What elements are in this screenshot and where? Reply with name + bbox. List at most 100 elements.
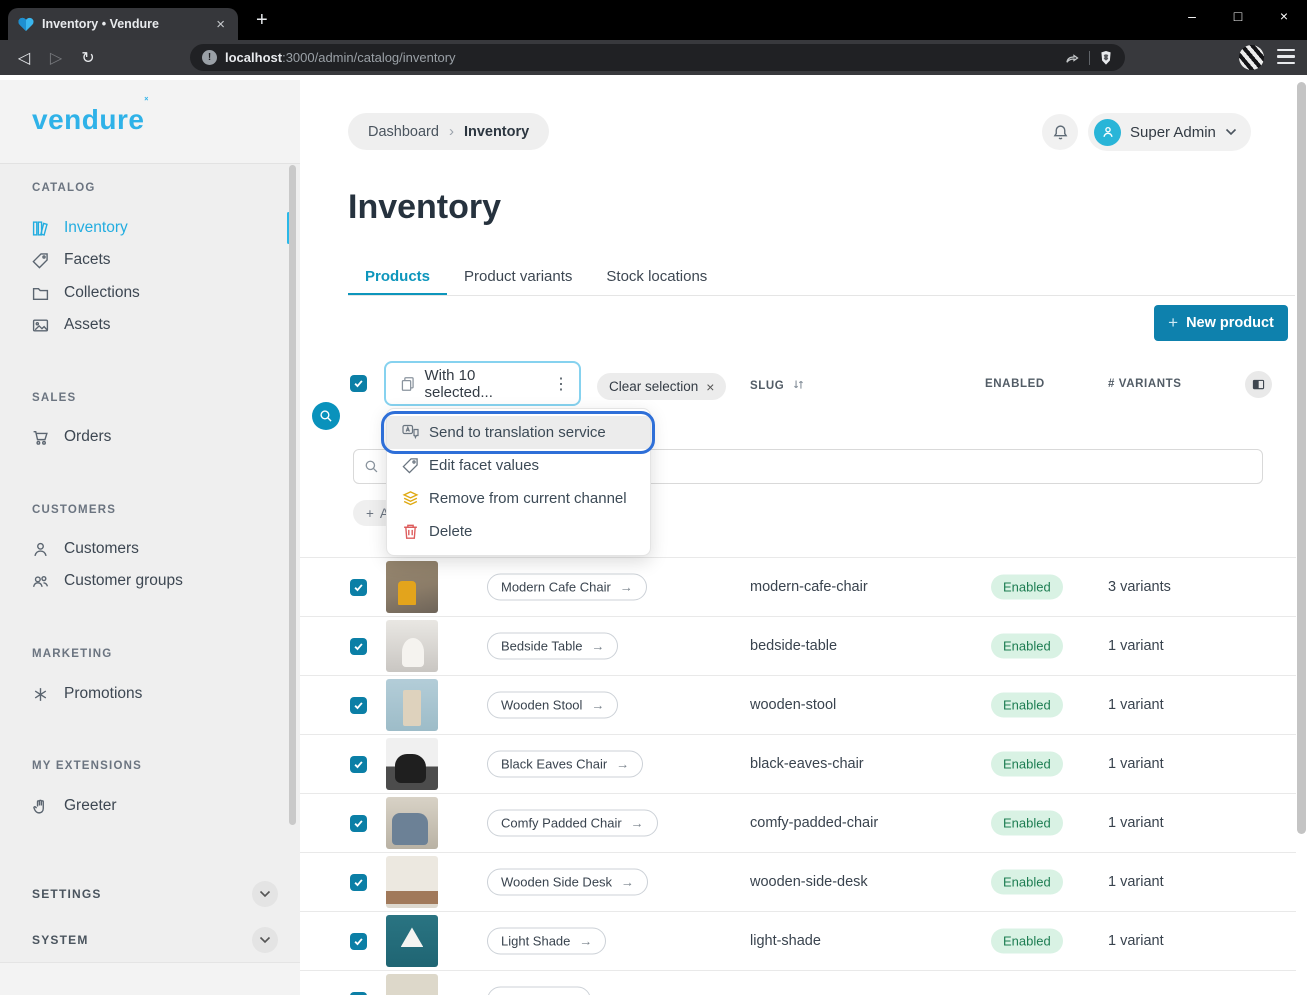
table-row: Wooden Stool→ wooden-stool Enabled 1 var… bbox=[300, 675, 1296, 734]
sidebar: vendure˟ CATALOG Inventory Facets Collec… bbox=[0, 80, 300, 995]
sidebar-item-greeter[interactable]: Greeter bbox=[32, 790, 276, 822]
sidebar-nav: CATALOG Inventory Facets Collections Ass… bbox=[0, 163, 300, 963]
table-row: Comfy Padded Chair→ comfy-padded-chair E… bbox=[300, 793, 1296, 852]
notifications-button[interactable] bbox=[1042, 114, 1078, 150]
sidebar-item-facets[interactable]: Facets bbox=[32, 244, 276, 276]
new-tab-button[interactable]: + bbox=[256, 10, 268, 30]
url-text: localhost:3000/admin/catalog/inventory bbox=[225, 50, 1056, 65]
product-table: Modern Cafe Chair→ modern-cafe-chair Ena… bbox=[300, 557, 1296, 995]
brave-shield-icon[interactable] bbox=[1099, 50, 1113, 66]
tab-close-icon[interactable]: × bbox=[213, 16, 228, 33]
browser-profile-avatar[interactable] bbox=[1239, 45, 1264, 70]
row-checkbox[interactable] bbox=[350, 638, 367, 655]
user-name: Super Admin bbox=[1130, 124, 1216, 141]
minimize-button[interactable]: – bbox=[1169, 0, 1215, 32]
product-thumbnail bbox=[386, 561, 438, 613]
nav-section-catalog: CATALOG bbox=[32, 182, 96, 194]
status-badge: Enabled bbox=[991, 634, 1063, 659]
breadcrumb-separator: › bbox=[449, 123, 454, 140]
translate-icon bbox=[402, 424, 419, 441]
sidebar-item-collections[interactable]: Collections bbox=[32, 277, 276, 309]
arrow-right-icon: → bbox=[631, 816, 644, 831]
more-options-icon: ⋮ bbox=[553, 374, 569, 394]
close-button[interactable]: × bbox=[1261, 0, 1307, 32]
product-name-link[interactable]: Black Eaves Chair→ bbox=[487, 751, 643, 778]
menu-item-edit-facet-values[interactable]: Edit facet values bbox=[387, 449, 650, 482]
sidebar-item-assets[interactable]: Assets bbox=[32, 309, 276, 341]
sidebar-item-orders[interactable]: Orders bbox=[32, 421, 276, 453]
product-thumbnail bbox=[386, 679, 438, 731]
product-name-link[interactable]: Wooden Side Desk→ bbox=[487, 869, 648, 896]
product-name-link[interactable]: Wooden Stool→ bbox=[487, 692, 618, 719]
sidebar-scrollbar[interactable] bbox=[289, 165, 296, 825]
product-name-link[interactable]: → bbox=[487, 987, 591, 995]
tabs: Products Product variants Stock location… bbox=[348, 258, 724, 295]
product-slug: wooden-side-desk bbox=[750, 874, 868, 890]
bulk-actions-menu: Send to translation service Edit facet v… bbox=[386, 408, 651, 556]
bell-icon bbox=[1052, 124, 1069, 141]
column-header-enabled: ENABLED bbox=[985, 378, 1045, 390]
variant-count: 3 variants bbox=[1108, 579, 1171, 595]
address-bar[interactable]: ! localhost:3000/admin/catalog/inventory bbox=[190, 44, 1125, 71]
row-checkbox[interactable] bbox=[350, 933, 367, 950]
plus-icon: + bbox=[1168, 313, 1178, 333]
row-checkbox[interactable] bbox=[350, 874, 367, 891]
table-row: → bbox=[300, 970, 1296, 995]
column-header-slug[interactable]: SLUG bbox=[750, 378, 805, 392]
new-product-button[interactable]: + New product bbox=[1154, 305, 1288, 341]
table-row: Modern Cafe Chair→ modern-cafe-chair Ena… bbox=[300, 557, 1296, 616]
tab-products[interactable]: Products bbox=[348, 258, 447, 295]
search-toggle-button[interactable] bbox=[312, 402, 340, 430]
browser-menu-icon[interactable] bbox=[1277, 49, 1295, 64]
breadcrumb: Dashboard › Inventory bbox=[348, 113, 549, 150]
row-checkbox[interactable] bbox=[350, 579, 367, 596]
site-info-icon[interactable]: ! bbox=[202, 50, 217, 65]
chevron-down-icon[interactable] bbox=[252, 881, 278, 907]
vendure-heart-icon bbox=[18, 17, 34, 32]
product-name-link[interactable]: Bedside Table→ bbox=[487, 633, 618, 660]
product-name-link[interactable]: Comfy Padded Chair→ bbox=[487, 810, 658, 837]
sidebar-group-system[interactable]: SYSTEM bbox=[32, 922, 278, 958]
maximize-button[interactable]: □ bbox=[1215, 0, 1261, 32]
back-button[interactable]: ◁ bbox=[8, 48, 40, 68]
table-row: Bedside Table→ bedside-table Enabled 1 v… bbox=[300, 616, 1296, 675]
main-content: Dashboard › Inventory Super Admin Invent… bbox=[300, 80, 1307, 995]
row-checkbox[interactable] bbox=[350, 756, 367, 773]
sidebar-item-promotions[interactable]: Promotions bbox=[32, 678, 276, 710]
row-checkbox[interactable] bbox=[350, 697, 367, 714]
clear-selection-button[interactable]: Clear selection × bbox=[597, 373, 726, 400]
share-icon[interactable] bbox=[1064, 50, 1080, 66]
variant-count: 1 variant bbox=[1108, 874, 1164, 890]
user-menu[interactable]: Super Admin bbox=[1088, 113, 1251, 151]
sidebar-group-settings[interactable]: SETTINGS bbox=[32, 876, 278, 912]
table-row: Light Shade→ light-shade Enabled 1 varia… bbox=[300, 911, 1296, 970]
tab-product-variants[interactable]: Product variants bbox=[447, 258, 589, 295]
row-checkbox[interactable] bbox=[350, 815, 367, 832]
sidebar-item-inventory[interactable]: Inventory bbox=[32, 212, 276, 244]
menu-item-remove-from-current-channel[interactable]: Remove from current channel bbox=[387, 482, 650, 515]
forward-button[interactable]: ▷ bbox=[40, 48, 72, 68]
vendure-logo: vendure˟ bbox=[32, 104, 149, 136]
tab-stock-locations[interactable]: Stock locations bbox=[589, 258, 724, 295]
browser-tab-bar: Inventory • Vendure × + – □ × bbox=[0, 0, 1307, 40]
sort-icon bbox=[792, 378, 805, 391]
reload-button[interactable]: ↻ bbox=[72, 48, 104, 68]
chevron-down-icon[interactable] bbox=[252, 927, 278, 953]
sidebar-item-customers[interactable]: Customers bbox=[32, 533, 276, 565]
product-name-link[interactable]: Modern Cafe Chair→ bbox=[487, 574, 647, 601]
page-scrollbar[interactable] bbox=[1297, 82, 1306, 834]
product-slug: black-eaves-chair bbox=[750, 756, 864, 772]
inventory-icon bbox=[32, 220, 49, 237]
column-settings-button[interactable] bbox=[1245, 371, 1272, 398]
sidebar-item-customer-groups[interactable]: Customer groups bbox=[32, 565, 276, 597]
breadcrumb-dashboard[interactable]: Dashboard bbox=[368, 124, 439, 140]
browser-tab[interactable]: Inventory • Vendure × bbox=[8, 8, 238, 40]
select-all-checkbox[interactable] bbox=[350, 375, 367, 392]
page-title: Inventory bbox=[348, 188, 501, 227]
menu-item-send-to-translation-service[interactable]: Send to translation service bbox=[387, 416, 650, 449]
product-name-link[interactable]: Light Shade→ bbox=[487, 928, 606, 955]
breadcrumb-current: Inventory bbox=[464, 124, 529, 140]
trash-icon bbox=[402, 523, 419, 540]
menu-item-delete[interactable]: Delete bbox=[387, 515, 650, 548]
bulk-actions-button[interactable]: With 10 selected... ⋮ bbox=[384, 361, 581, 406]
